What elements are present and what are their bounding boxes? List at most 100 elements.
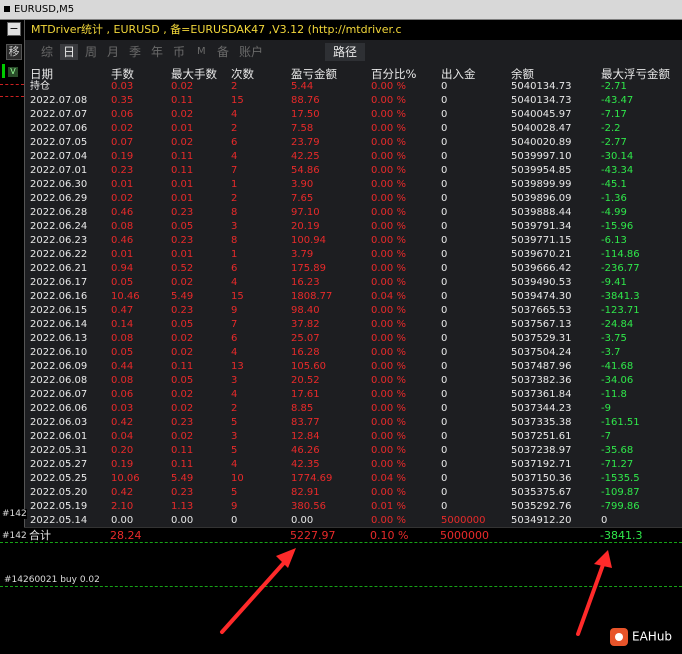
tab-route[interactable]: 路径 xyxy=(325,43,365,61)
cell-balance: 5037665.53 xyxy=(511,305,572,316)
cell-profit: 380.56 xyxy=(291,501,326,512)
table-row: 2022.06.08 0.08 0.05 3 20.52 0.00 % 0 5037382.3… xyxy=(25,374,682,388)
red-order-line xyxy=(0,96,24,97)
cell-lots: 0.01 xyxy=(111,249,134,260)
cell-deposit: 0 xyxy=(441,403,448,414)
tab-account[interactable]: 账户 xyxy=(239,44,263,60)
cell-profit: 7.65 xyxy=(291,193,314,204)
cell-count: 3 xyxy=(231,431,238,442)
cell-count: 4 xyxy=(231,151,238,162)
cell-max-floating-loss: -1535.5 xyxy=(601,473,640,484)
table-row: 2022.07.07 0.06 0.02 4 17.50 0.00 % 0 5040045.9… xyxy=(25,108,682,122)
table-row: 2022.05.25 10.06 5.49 10 1774.69 0.04 % 0 50371… xyxy=(25,472,682,486)
cell-balance: 5039666.42 xyxy=(511,263,572,274)
cell-deposit: 0 xyxy=(441,333,448,344)
cell-lots: 0.08 xyxy=(111,333,134,344)
cell-max-lots: 0.02 xyxy=(171,431,194,442)
cell-count: 6 xyxy=(231,333,238,344)
table-row: 2022.07.01 0.23 0.11 7 54.86 0.00 % 0 5039954.8… xyxy=(25,164,682,178)
cell-lots: 0.05 xyxy=(111,347,134,358)
tab-week[interactable]: 周 xyxy=(85,44,97,60)
table-row: 2022.06.28 0.46 0.23 8 97.10 0.00 % 0 5039888.4… xyxy=(25,206,682,220)
cell-count: 6 xyxy=(231,263,238,274)
cell-max-floating-loss: -2.71 xyxy=(601,81,627,92)
cell-max-lots: 0.02 xyxy=(171,137,194,148)
cell-lots: 0.20 xyxy=(111,445,134,456)
cell-lots: 0.01 xyxy=(111,179,134,190)
table-row: 2022.05.14 0.00 0.00 0 0.00 0.00 % 5000000 5034… xyxy=(25,514,682,528)
cell-profit: 105.60 xyxy=(291,361,326,372)
cell-date: 2022.07.05 xyxy=(30,137,88,148)
cell-date: 2022.06.22 xyxy=(30,249,88,260)
cell-date: 2022.06.14 xyxy=(30,319,88,330)
cell-count: 6 xyxy=(231,137,238,148)
table-row: 2022.06.30 0.01 0.01 1 3.90 0.00 % 0 5039899.99… xyxy=(25,178,682,192)
cell-deposit: 0 xyxy=(441,123,448,134)
cell-date: 2022.06.08 xyxy=(30,375,88,386)
table-row: 2022.05.19 2.10 1.13 9 380.56 0.01 % 0 5035292.… xyxy=(25,500,682,514)
green-order-line xyxy=(0,542,682,543)
cell-max-lots: 0.02 xyxy=(171,347,194,358)
cell-max-floating-loss: -3841.3 xyxy=(601,291,640,302)
cell-profit: 16.23 xyxy=(291,277,320,288)
cell-balance: 5037335.38 xyxy=(511,417,572,428)
cell-count: 1 xyxy=(231,179,238,190)
cell-count: 9 xyxy=(231,501,238,512)
cell-deposit: 0 xyxy=(441,109,448,120)
tab-quarter[interactable]: 季 xyxy=(129,44,141,60)
table-row: 2022.06.15 0.47 0.23 9 98.40 0.00 % 0 5037665.5… xyxy=(25,304,682,318)
stats-panel: MTDriver统计 , EURUSD , 备=EURUSDAK47 ,V3.1… xyxy=(24,20,682,544)
cell-balance: 5039670.21 xyxy=(511,249,572,260)
cell-max-floating-loss: -236.77 xyxy=(601,263,640,274)
move-button[interactable]: 移 xyxy=(6,44,22,60)
cell-lots: 0.07 xyxy=(111,137,134,148)
cell-percent: 0.00 % xyxy=(371,249,406,260)
price-bar-mark xyxy=(2,64,5,78)
cell-profit: 12.84 xyxy=(291,431,320,442)
cell-max-lots: 0.05 xyxy=(171,319,194,330)
cell-deposit: 0 xyxy=(441,137,448,148)
table-row: 2022.07.08 0.35 0.11 15 88.76 0.00 % 0 5040134.… xyxy=(25,94,682,108)
cell-balance: 5037238.97 xyxy=(511,445,572,456)
cell-balance: 5035292.76 xyxy=(511,501,572,512)
cell-profit: 1808.77 xyxy=(291,291,333,302)
cell-deposit: 0 xyxy=(441,361,448,372)
chart-symbol-label: EURUSD,M5 xyxy=(14,4,75,15)
cell-profit: 7.58 xyxy=(291,123,314,134)
cell-balance: 5037150.36 xyxy=(511,473,572,484)
table-row: 2022.07.06 0.02 0.01 2 7.58 0.00 % 0 5040028.47… xyxy=(25,122,682,136)
cell-percent: 0.00 % xyxy=(371,361,406,372)
tab-backup[interactable]: 备 xyxy=(217,44,229,60)
tab-day[interactable]: 日 xyxy=(60,44,79,60)
cell-max-lots: 0.02 xyxy=(171,109,194,120)
cell-percent: 0.00 % xyxy=(371,95,406,106)
cell-percent: 0.00 % xyxy=(371,431,406,442)
cell-lots: 0.04 xyxy=(111,431,134,442)
cell-profit: 3.79 xyxy=(291,249,314,260)
cell-date: 2022.05.14 xyxy=(30,515,88,526)
chart-icon xyxy=(4,6,10,12)
cell-balance: 5037529.31 xyxy=(511,333,572,344)
tab-overview[interactable]: 综 xyxy=(41,44,53,60)
tab-currency[interactable]: 币 xyxy=(173,44,185,60)
cell-profit: 98.40 xyxy=(291,305,320,316)
cell-lots: 0.03 xyxy=(111,403,134,414)
cell-deposit: 0 xyxy=(441,445,448,456)
cell-max-floating-loss: -6.13 xyxy=(601,235,627,246)
cell-profit: 100.94 xyxy=(291,235,326,246)
cell-max-lots: 0.11 xyxy=(171,95,194,106)
cell-deposit: 0 xyxy=(441,473,448,484)
cell-profit: 0.00 xyxy=(291,515,314,526)
minimize-button[interactable]: − xyxy=(7,22,21,36)
tab-month[interactable]: 月 xyxy=(107,44,119,60)
cell-max-lots: 0.11 xyxy=(171,361,194,372)
cell-max-lots: 0.02 xyxy=(171,389,194,400)
tab-m[interactable]: M xyxy=(197,44,206,60)
cell-lots: 0.94 xyxy=(111,263,134,274)
cell-date: 2022.07.07 xyxy=(30,109,88,120)
cell-balance: 5040045.97 xyxy=(511,109,572,120)
cell-deposit: 0 xyxy=(441,347,448,358)
cell-lots: 0.08 xyxy=(111,375,134,386)
cell-count: 5 xyxy=(231,445,238,456)
tab-year[interactable]: 年 xyxy=(151,44,163,60)
